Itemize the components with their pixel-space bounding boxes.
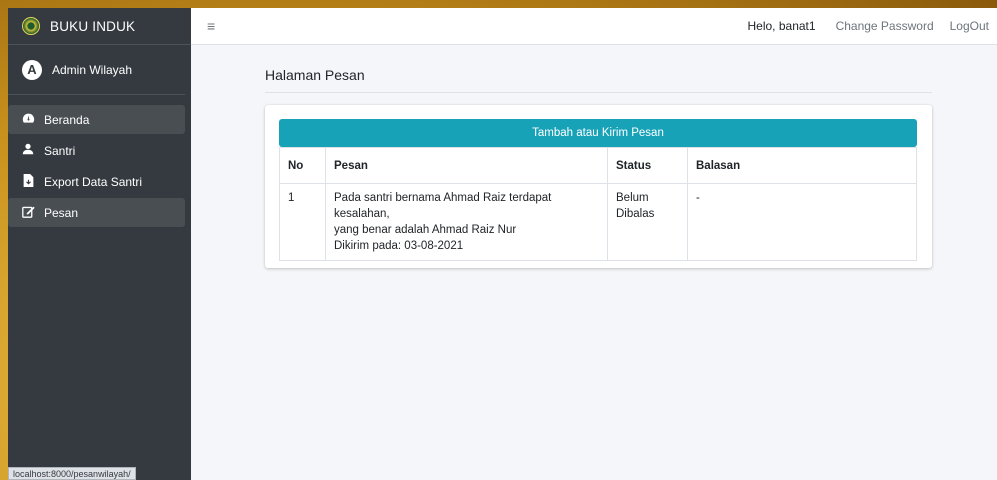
user-name[interactable]: Admin Wilayah: [52, 63, 132, 77]
table-header-row: No Pesan Status Balasan: [279, 147, 917, 184]
sidebar-item-beranda[interactable]: Beranda: [8, 105, 185, 134]
sidebar-item-export-data-santri[interactable]: Export Data Santri: [8, 167, 185, 196]
column-header-balasan: Balasan: [687, 147, 917, 184]
sidebar-item-label: Pesan: [44, 205, 79, 220]
sidebar-item-label: Santri: [44, 143, 76, 158]
top-right-menu: Helo, banat1 Change Password LogOut: [748, 19, 997, 33]
user-panel: A Admin Wilayah: [8, 45, 185, 95]
edit-icon: [20, 205, 36, 221]
cell-pesan: Pada santri bernama Ahmad Raiz terdapat …: [325, 183, 608, 261]
greeting-text: Helo, banat1: [747, 19, 816, 33]
page-title: Halaman Pesan: [265, 67, 365, 83]
sidebar-item-santri[interactable]: Santri: [8, 136, 185, 165]
messages-table: No Pesan Status Balasan 1 Pada santri be…: [279, 147, 917, 261]
brand-link[interactable]: BUKU INDUK: [8, 8, 191, 45]
title-divider: [265, 92, 932, 93]
file-export-icon: [20, 173, 36, 190]
user-icon: [20, 143, 36, 158]
column-header-status: Status: [607, 147, 688, 184]
brand-name: BUKU INDUK: [50, 18, 136, 34]
sidebar-item-label: Export Data Santri: [44, 174, 143, 189]
sidebar-nav: Beranda Santri Export Data Santri Pesan: [8, 105, 191, 227]
cell-status: Belum Dibalas: [607, 183, 688, 261]
cell-balasan: -: [687, 183, 917, 261]
message-text-line: yang benar adalah Ahmad Raiz Nur: [334, 224, 517, 236]
logout-link[interactable]: LogOut: [950, 19, 989, 33]
content-wrapper: Halaman Pesan Tambah atau Kirim Pesan No…: [191, 45, 997, 480]
sidebar-item-label: Beranda: [44, 112, 90, 127]
sidebar: BUKU INDUK A Admin Wilayah Beranda Santr…: [8, 8, 191, 480]
cell-no: 1: [279, 183, 326, 261]
hamburger-icon[interactable]: ≡: [207, 18, 215, 34]
status-text-line: Belum: [616, 192, 649, 204]
status-text-line: Dibalas: [616, 208, 655, 220]
messages-card: Tambah atau Kirim Pesan No Pesan Status …: [265, 105, 932, 268]
dashboard-icon: [20, 112, 36, 128]
top-navbar: ≡ Helo, banat1 Change Password LogOut: [191, 8, 997, 45]
message-text-line: Pada santri bernama Ahmad Raiz terdapat …: [334, 192, 552, 220]
brand-logo-icon: [22, 17, 40, 35]
message-sent-date: Dikirim pada: 03-08-2021: [334, 240, 464, 252]
change-password-link[interactable]: Change Password: [836, 19, 934, 33]
column-header-pesan: Pesan: [325, 147, 608, 184]
avatar: A: [22, 59, 42, 80]
table-row: 1 Pada santri bernama Ahmad Raiz terdapa…: [279, 183, 917, 261]
add-message-button[interactable]: Tambah atau Kirim Pesan: [279, 119, 917, 147]
column-header-no: No: [279, 147, 326, 184]
status-bar-url: localhost:8000/pesanwilayah/: [8, 467, 136, 480]
sidebar-item-pesan[interactable]: Pesan: [8, 198, 185, 227]
